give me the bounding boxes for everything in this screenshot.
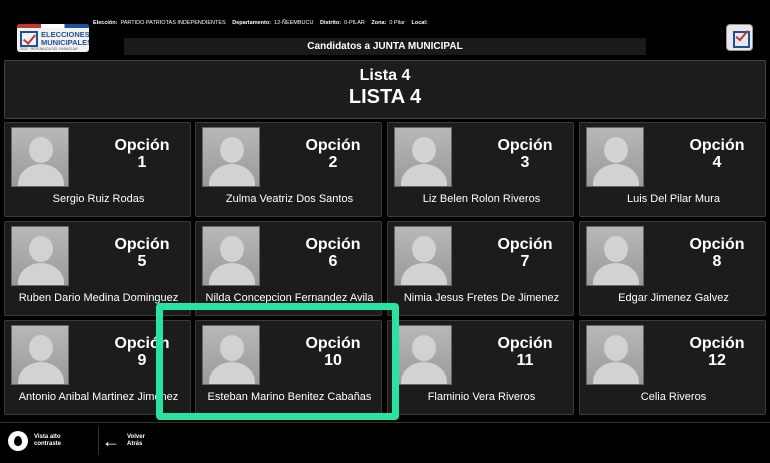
option-value: 1	[137, 154, 147, 171]
back-label-1: Volver	[127, 434, 145, 440]
option-value: 2	[328, 154, 338, 171]
option-value: 12	[708, 352, 726, 369]
meta-value-zona: 0 Pilar	[389, 20, 405, 26]
option-number: Opción 12	[672, 335, 762, 369]
candidate-card[interactable]: Opción 6 Nilda Concepcion Fernandez Avila	[195, 221, 382, 316]
avatar-placeholder-icon	[11, 325, 69, 385]
option-value: 8	[712, 253, 722, 270]
candidate-card[interactable]: Opción 3 Liz Belen Rolon Riveros	[387, 122, 574, 217]
meta-value-departamento: 12-ÑEEMBUCU	[274, 20, 314, 26]
option-number: Opción 8	[672, 236, 762, 270]
avatar-placeholder-icon	[394, 325, 452, 385]
option-label: Opción	[305, 137, 361, 154]
lista-panel: Lista 4 LISTA 4	[4, 60, 766, 119]
lista-name: LISTA 4	[348, 86, 422, 108]
candidate-name: Edgar Jimenez Galvez	[618, 292, 729, 304]
option-label: Opción	[114, 137, 170, 154]
header: ELECCIONES MUNICIPALES 2021 · REPÚBLICA …	[0, 0, 770, 58]
option-label: Opción	[497, 236, 553, 253]
ballot-icon[interactable]	[726, 24, 753, 51]
ballot-check-icon	[20, 31, 38, 47]
candidate-card[interactable]: Opción 7 Nimia Jesus Fretes De Jimenez	[387, 221, 574, 316]
candidate-name: Luis Del Pilar Mura	[627, 193, 720, 205]
option-value: 5	[137, 253, 147, 270]
option-number: Opción 1	[97, 137, 187, 171]
candidate-card[interactable]: Opción 4 Luis Del Pilar Mura	[579, 122, 766, 217]
avatar-placeholder-icon	[394, 226, 452, 286]
logo-line-2: MUNICIPALES	[41, 38, 89, 47]
option-number: Opción 6	[288, 236, 378, 270]
option-value: 4	[712, 154, 722, 171]
candidate-name: Zulma Veatriz Dos Santos	[225, 193, 354, 205]
candidate-name: Nimia Jesus Fretes De Jimenez	[403, 292, 560, 304]
high-contrast-label-1: Vista alto	[34, 434, 61, 440]
avatar-placeholder-icon	[11, 127, 69, 187]
back-label-2: Atrás	[127, 441, 143, 447]
option-label: Opción	[689, 236, 745, 253]
avatar-placeholder-icon	[586, 226, 644, 286]
option-value: 11	[516, 352, 534, 369]
option-number: Opción 2	[288, 137, 378, 171]
high-contrast-label-2: contraste	[34, 441, 62, 447]
option-value: 7	[520, 253, 530, 270]
candidate-card[interactable]: Opción 1 Sergio Ruiz Rodas	[4, 122, 191, 217]
selection-highlight	[156, 303, 399, 420]
page-title: Candidatos a JUNTA MUNICIPAL	[124, 38, 646, 55]
candidate-name: Flaminio Vera Riveros	[427, 391, 536, 403]
logo-tagline: 2021 · REPÚBLICA DEL PARAGUAY	[20, 47, 79, 51]
back-button[interactable]: ← Volver Atrás	[98, 427, 145, 455]
avatar-placeholder-icon	[11, 226, 69, 286]
candidate-card[interactable]: Opción 11 Flaminio Vera Riveros	[387, 320, 574, 415]
option-label: Opción	[114, 236, 170, 253]
candidate-card[interactable]: Opción 12 Celia Riveros	[579, 320, 766, 415]
candidate-card[interactable]: Opción 5 Ruben Dario Medina Dominguez	[4, 221, 191, 316]
elecciones-logo: ELECCIONES MUNICIPALES 2021 · REPÚBLICA …	[17, 24, 89, 52]
option-value: 3	[520, 154, 530, 171]
election-meta: Elección: PARTIDO PATRIOTAS INDEPENDIENTE…	[93, 20, 436, 26]
option-label: Opción	[497, 137, 553, 154]
option-label: Opción	[689, 335, 745, 352]
lista-number: Lista 4	[359, 67, 411, 84]
footer: Vista alto contraste ← Volver Atrás	[0, 422, 770, 463]
high-contrast-button[interactable]: Vista alto contraste	[8, 427, 61, 455]
candidate-name: Sergio Ruiz Rodas	[52, 193, 145, 205]
meta-value-eleccion: PARTIDO PATRIOTAS INDEPENDIENTES	[120, 20, 226, 26]
candidate-card[interactable]: Opción 8 Edgar Jimenez Galvez	[579, 221, 766, 316]
contrast-icon	[8, 431, 28, 451]
candidate-card[interactable]: Opción 2 Zulma Veatriz Dos Santos	[195, 122, 382, 217]
meta-label-departamento: Departamento:	[232, 20, 272, 26]
arrow-left-icon: ←	[102, 431, 120, 451]
meta-label-distrito: Distrito:	[320, 20, 342, 26]
avatar-placeholder-icon	[586, 325, 644, 385]
option-label: Opción	[497, 335, 553, 352]
avatar-placeholder-icon	[202, 127, 260, 187]
meta-label-zona: Zona:	[371, 20, 387, 26]
option-number: Opción 3	[480, 137, 570, 171]
option-number: Opción 4	[672, 137, 762, 171]
option-label: Opción	[689, 137, 745, 154]
avatar-placeholder-icon	[394, 127, 452, 187]
avatar-placeholder-icon	[586, 127, 644, 187]
meta-label-local: Local:	[411, 20, 428, 26]
meta-value-distrito: 0-PILAR	[344, 20, 365, 26]
option-number: Opción 11	[480, 335, 570, 369]
avatar-placeholder-icon	[202, 226, 260, 286]
option-value: 6	[328, 253, 338, 270]
option-number: Opción 7	[480, 236, 570, 270]
candidate-name: Liz Belen Rolon Riveros	[422, 193, 541, 205]
meta-label-eleccion: Elección:	[93, 20, 118, 26]
option-number: Opción 5	[97, 236, 187, 270]
candidate-name: Celia Riveros	[640, 391, 707, 403]
option-label: Opción	[305, 236, 361, 253]
